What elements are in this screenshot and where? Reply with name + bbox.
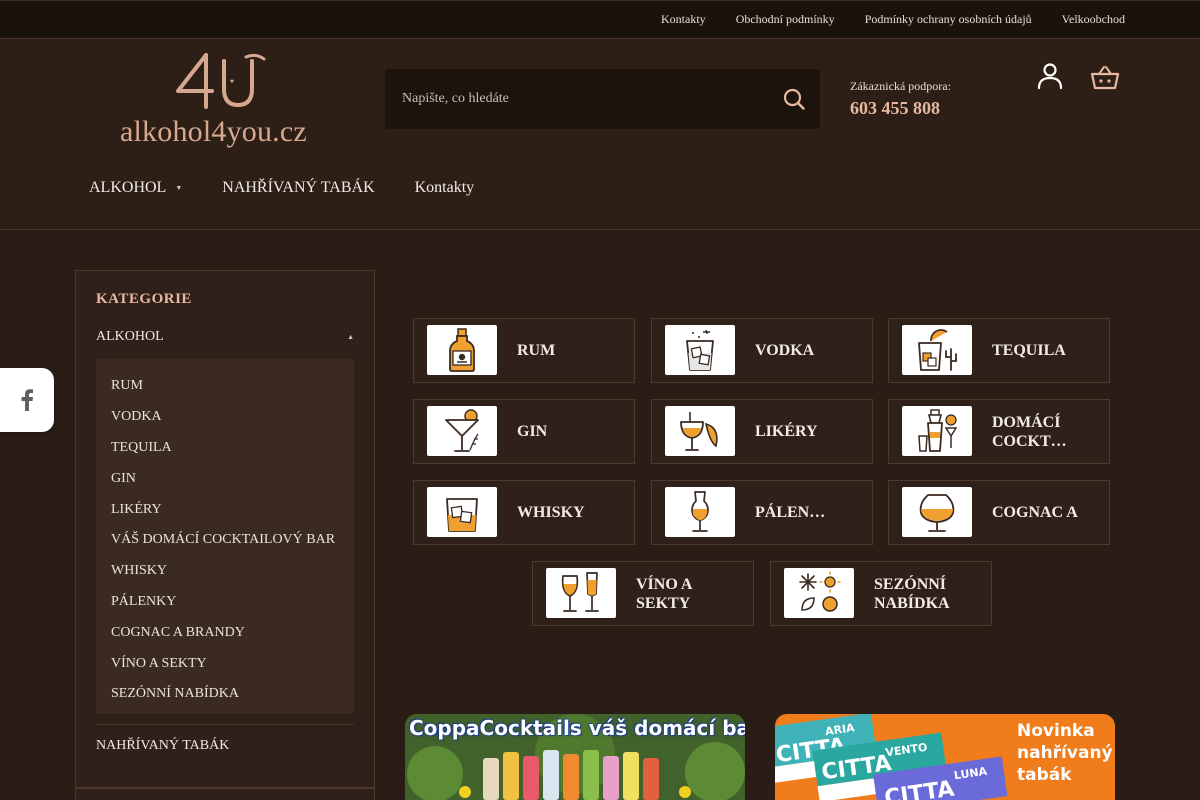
sidebar-subitem-sezonni[interactable]: SEZÓNNÍ NABÍDKA bbox=[96, 679, 354, 710]
category-card-label: RUM bbox=[517, 342, 556, 359]
sidebar-subitem-rum[interactable]: RUM bbox=[96, 371, 354, 402]
sidebar-subitem-vino[interactable]: VÍNO A SEKTY bbox=[96, 648, 354, 679]
category-card-cognac[interactable]: COGNAC A bbox=[888, 480, 1110, 545]
category-card-label: VÍNO A SEKTY bbox=[636, 575, 692, 612]
category-card-vodka[interactable]: VODKA bbox=[651, 318, 873, 383]
chevron-up-icon[interactable]: ▲ bbox=[347, 333, 354, 341]
support-phone[interactable]: 603 455 808 bbox=[850, 98, 951, 119]
category-card-label: COGNAC A bbox=[992, 504, 1078, 521]
sidebar-title: KATEGORIE bbox=[96, 291, 192, 307]
search-bar bbox=[385, 69, 820, 129]
sidebar-item-alkohol[interactable]: ALKOHOL ▲ bbox=[96, 329, 354, 345]
card-icon-box bbox=[784, 568, 854, 618]
category-card-label: DOMÁCÍ COCKT… bbox=[992, 413, 1067, 450]
banner-citta-headline: Novinka nahřívaný tabák bbox=[1017, 720, 1113, 786]
category-card-label: VODKA bbox=[755, 342, 815, 359]
headline-line-1: Novinka bbox=[1017, 721, 1095, 741]
category-card-label: TEQUILA bbox=[992, 342, 1066, 359]
category-card-whisky[interactable]: WHISKY bbox=[413, 480, 635, 545]
top-link-velkoobchod[interactable]: Velkoobchod bbox=[1062, 12, 1125, 27]
sidebar-subitem-whisky[interactable]: WHISKY bbox=[96, 556, 354, 587]
seasons-icon bbox=[799, 571, 841, 612]
top-links: Kontakty Obchodní podmínky Podmínky ochr… bbox=[661, 12, 1125, 27]
tequila-icon bbox=[918, 329, 957, 371]
category-card-domaci-cocktail[interactable]: DOMÁCÍ COCKT… bbox=[888, 399, 1110, 464]
basket-icon[interactable] bbox=[1089, 63, 1121, 91]
banner-coppa-cocktails[interactable]: CoppaCocktails váš domácí bar bbox=[405, 714, 745, 800]
category-card-vino[interactable]: VÍNO A SEKTY bbox=[532, 561, 754, 626]
user-icon[interactable] bbox=[1035, 61, 1065, 91]
vodka-glass-icon bbox=[686, 329, 714, 371]
category-card-label: LIKÉRY bbox=[755, 423, 818, 440]
top-link-obchodni-podminky[interactable]: Obchodní podmínky bbox=[736, 12, 835, 27]
category-card-tequila[interactable]: TEQUILA bbox=[888, 318, 1110, 383]
nav-item-label: ALKOHOL bbox=[89, 179, 167, 196]
support-label: Zákaznická podpora: bbox=[850, 79, 951, 93]
card-icon-box bbox=[427, 406, 497, 456]
top-link-ochrana-udaju[interactable]: Podmínky ochrany osobních údajů bbox=[865, 12, 1032, 27]
gin-cocktail-icon bbox=[445, 409, 479, 452]
nav-item-alkohol[interactable]: ALKOHOL ▼ bbox=[89, 179, 182, 197]
search-input[interactable] bbox=[385, 69, 765, 129]
card-icon-box bbox=[902, 487, 972, 537]
rum-bottle-icon bbox=[449, 328, 475, 372]
headline-line-3: tabák bbox=[1017, 765, 1072, 785]
banner-coppa-title: CoppaCocktails váš domácí bar bbox=[409, 716, 745, 740]
sidebar-subitem-cognac[interactable]: COGNAC A BRANDY bbox=[96, 617, 354, 648]
card-icon-box bbox=[427, 325, 497, 375]
headline-line-2: nahřívaný bbox=[1017, 743, 1113, 763]
sidebar-subitem-tequila[interactable]: TEQUILA bbox=[96, 433, 354, 464]
site-header: alkohol4you.cz Zákaznická podpora: 603 4… bbox=[0, 39, 1200, 230]
category-card-gin[interactable]: GIN bbox=[413, 399, 635, 464]
sidebar-subcategories: RUM VODKA TEQUILA GIN LIKÉRY VÁŠ DOMÁCÍ … bbox=[96, 359, 354, 714]
logo-text: alkohol4you.cz bbox=[120, 115, 307, 148]
category-card-sezonni[interactable]: SEZÓNNÍ NABÍDKA bbox=[770, 561, 992, 626]
search-icon[interactable] bbox=[782, 87, 806, 111]
top-link-kontakty[interactable]: Kontakty bbox=[661, 12, 706, 27]
sidebar-subitem-palenky[interactable]: PÁLENKY bbox=[96, 587, 354, 618]
liqueur-icon bbox=[680, 412, 718, 451]
sidebar-subitem-vodka[interactable]: VODKA bbox=[96, 402, 354, 433]
category-card-likery[interactable]: LIKÉRY bbox=[651, 399, 873, 464]
nav-item-kontakty[interactable]: Kontakty bbox=[415, 179, 475, 197]
card-icon-box bbox=[665, 487, 735, 537]
card-icon-box bbox=[427, 487, 497, 537]
category-card-label: WHISKY bbox=[517, 504, 585, 521]
site-logo[interactable]: alkohol4you.cz bbox=[120, 51, 320, 151]
sidebar-subitem-likery[interactable]: LIKÉRY bbox=[96, 494, 354, 525]
facebook-icon bbox=[21, 389, 33, 411]
category-card-palenky[interactable]: PÁLEN… bbox=[651, 480, 873, 545]
main-nav: ALKOHOL ▼ NAHŘÍVANÝ TABÁK Kontakty bbox=[89, 179, 474, 197]
logo-mark-icon bbox=[176, 53, 266, 109]
nav-item-nahrivany-tabak[interactable]: NAHŘÍVANÝ TABÁK bbox=[222, 179, 374, 197]
chevron-down-icon: ▼ bbox=[175, 184, 183, 192]
category-card-label: PÁLEN… bbox=[755, 504, 826, 521]
card-icon-box bbox=[665, 325, 735, 375]
wine-glasses-icon bbox=[561, 572, 599, 612]
category-card-label: SEZÓNNÍ NABÍDKA bbox=[874, 575, 950, 612]
cognac-glass-icon bbox=[919, 494, 955, 532]
sidebar-subitem-gin[interactable]: GIN bbox=[96, 463, 354, 494]
sidebar-divider bbox=[96, 724, 354, 725]
card-icon-box bbox=[902, 406, 972, 456]
category-card-label: GIN bbox=[517, 423, 548, 440]
card-icon-box bbox=[546, 568, 616, 618]
whisky-glass-icon bbox=[446, 498, 478, 532]
sidebar-item-label: ALKOHOL bbox=[96, 329, 164, 344]
top-bar: Kontakty Obchodní podmínky Podmínky ochr… bbox=[0, 0, 1200, 39]
category-card-rum[interactable]: RUM bbox=[413, 318, 635, 383]
customer-support: Zákaznická podpora: 603 455 808 bbox=[850, 79, 951, 119]
banner-citta-tabak[interactable]: CITTA ARIA CITTA VENTO CITTA LUNA Novink… bbox=[775, 714, 1115, 800]
cocktail-shaker-icon bbox=[918, 409, 958, 452]
palenka-glass-icon bbox=[691, 491, 709, 532]
card-icon-box bbox=[902, 325, 972, 375]
sidebar-next-box bbox=[75, 788, 375, 800]
sidebar-subitem-cocktail-bar[interactable]: VÁŠ DOMÁCÍ COCKTAILOVÝ BAR bbox=[96, 525, 354, 556]
category-sidebar: KATEGORIE ALKOHOL ▲ RUM VODKA TEQUILA GI… bbox=[75, 270, 375, 788]
card-icon-box bbox=[665, 406, 735, 456]
facebook-tab[interactable] bbox=[0, 368, 54, 432]
sidebar-item-nahrivany-tabak[interactable]: NAHŘÍVANÝ TABÁK bbox=[96, 738, 229, 754]
